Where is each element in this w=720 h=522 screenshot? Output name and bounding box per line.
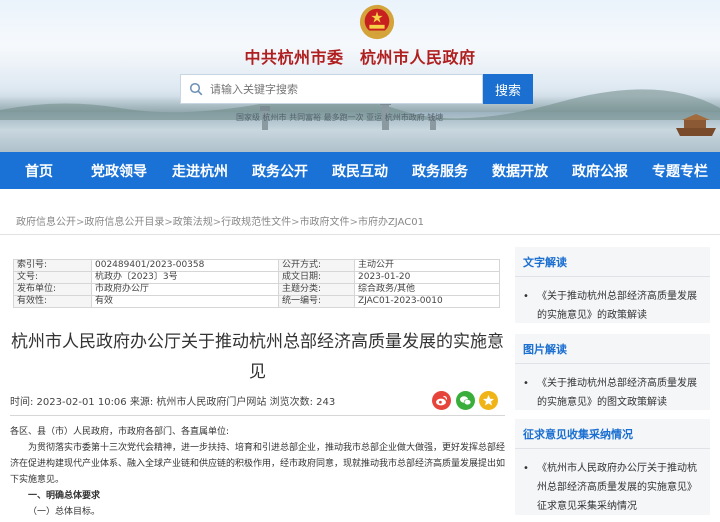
table-row: 发布单位: 市政府办公厅 主题分类: 综合政务/其他 (13, 283, 500, 296)
document-meta: 时间: 2023-02-01 10:06 来源: 杭州市人民政府门户网站 浏览次… (10, 397, 336, 408)
subsection-heading: （一）总体目标。 (28, 507, 101, 517)
nav-item-interaction[interactable]: 政民互动 (320, 161, 400, 181)
breadcrumb: 政府信息公开>政府信息公开目录>政策法规>行政规范性文件>市政府文件>市府办ZJ… (16, 217, 424, 228)
info-key: 成文日期: (278, 271, 355, 284)
bullet-icon: • (523, 378, 529, 389)
sidebar-text-interpretation: 文字解读 • 《关于推动杭州总部经济高质量发展的实施意见》的政策解读 (515, 247, 710, 323)
national-emblem-icon (359, 4, 395, 40)
sidebar-heading: 征求意见收集采纳情况 (515, 419, 710, 449)
table-row: 有效性: 有效 统一编号: ZJAC01-2023-0010 (13, 295, 500, 308)
weibo-icon (436, 395, 448, 406)
divider (10, 415, 505, 416)
info-key: 公开方式: (278, 259, 355, 272)
breadcrumb-item[interactable]: 市政府文件 (300, 217, 350, 228)
breadcrumb-item[interactable]: 政策法规 (173, 217, 213, 228)
breadcrumb-item[interactable]: 政府信息公开 (16, 217, 76, 228)
favorite-star-button[interactable] (479, 391, 498, 410)
sidebar-heading: 文字解读 (515, 247, 710, 277)
salutation: 各区、县（市）人民政府，市政府各部门、各直属单位: (10, 427, 230, 437)
info-value: 有效 (91, 295, 279, 308)
breadcrumb-item[interactable]: 行政规范性文件 (221, 217, 291, 228)
info-key: 统一编号: (278, 295, 355, 308)
info-value: 市政府办公厅 (91, 283, 279, 296)
nav-item-about-hangzhou[interactable]: 走进杭州 (160, 161, 240, 181)
info-value: 杭政办〔2023〕3号 (91, 271, 279, 284)
nav-item-special-topics[interactable]: 专题专栏 (640, 161, 720, 181)
sidebar-link[interactable]: 《杭州市人民政府办公厅关于推动杭州总部经济高质量发展的实施意见》征求意见采集采纳… (537, 459, 702, 516)
nav-item-services[interactable]: 政务服务 (400, 161, 480, 181)
info-value: 综合政务/其他 (354, 283, 500, 296)
info-value: 2023-01-20 (354, 271, 500, 284)
search-icon (189, 82, 203, 96)
info-value: 002489401/2023-00358 (91, 259, 279, 272)
search-box[interactable] (180, 74, 483, 104)
nav-item-home[interactable]: 首页 (0, 161, 78, 181)
search-input[interactable] (210, 82, 470, 96)
search-button[interactable]: 搜索 (483, 74, 533, 104)
body-paragraph: 为贯彻落实市委第十三次党代会精神，进一步扶持、培育和引进总部企业，推动我市总部企… (10, 443, 506, 485)
bullet-icon: • (523, 291, 529, 302)
site-title: 中共杭州市委 杭州市人民政府 (244, 48, 476, 67)
info-key: 文号: (13, 271, 92, 284)
document-title-line: 见 (249, 362, 266, 382)
main-nav: 首页 党政领导 走进杭州 政务公开 政民互动 政务服务 数据开放 政府公报 专题… (0, 152, 720, 189)
document-title: 杭州市人民政府办公厅关于推动杭州总部经济高质量发展的实施意 见 (10, 327, 505, 387)
sidebar-heading: 图片解读 (515, 334, 710, 364)
document-info-table: 索引号: 002489401/2023-00358 公开方式: 主动公开 文号:… (13, 259, 500, 308)
nav-item-gazette[interactable]: 政府公报 (560, 161, 640, 181)
sidebar-link[interactable]: 《关于推动杭州总部经济高质量发展的实施意见》的图文政策解读 (537, 374, 702, 412)
document-title-line: 杭州市人民政府办公厅关于推动杭州总部经济高质量发展的实施意 (11, 332, 504, 352)
header-banner: 中共杭州市委 杭州市人民政府 搜索 国家级 杭州市 共同富裕 最多跑一次 亚运 … (0, 0, 720, 152)
document-body: 各区、县（市）人民政府，市政府各部门、各直属单位: 为贯彻落实市委第十三次党代会… (10, 424, 505, 520)
sidebar-image-interpretation: 图片解读 • 《关于推动杭州总部经济高质量发展的实施意见》的图文政策解读 (515, 334, 710, 410)
breadcrumb-item[interactable]: 政府信息公开目录 (84, 217, 164, 228)
breadcrumb-item[interactable]: 市府办ZJAC01 (358, 217, 424, 228)
star-icon (483, 395, 494, 406)
sidebar-link[interactable]: 《关于推动杭州总部经济高质量发展的实施意见》的政策解读 (537, 287, 702, 325)
info-key: 发布单位: (13, 283, 92, 296)
nav-item-open-data[interactable]: 数据开放 (480, 161, 560, 181)
share-wechat-button[interactable] (456, 391, 475, 410)
sidebar-feedback-adoption: 征求意见收集采纳情况 • 《杭州市人民政府办公厅关于推动杭州总部经济高质量发展的… (515, 419, 710, 515)
share-weibo-button[interactable] (432, 391, 451, 410)
nav-item-gov-affairs[interactable]: 政务公开 (240, 161, 320, 181)
table-row: 文号: 杭政办〔2023〕3号 成文日期: 2023-01-20 (13, 271, 500, 284)
table-row: 索引号: 002489401/2023-00358 公开方式: 主动公开 (13, 259, 500, 272)
info-value: ZJAC01-2023-0010 (354, 295, 500, 308)
nav-item-leaders[interactable]: 党政领导 (78, 161, 160, 181)
info-key: 主题分类: (278, 283, 355, 296)
section-heading: 一、明确总体要求 (28, 491, 101, 501)
hot-search-words[interactable]: 国家级 杭州市 共同富裕 最多跑一次 亚运 杭州市政府 钱塘 (236, 112, 443, 123)
bullet-icon: • (523, 463, 529, 474)
divider (0, 234, 720, 235)
wechat-icon (460, 396, 472, 406)
info-key: 有效性: (13, 295, 92, 308)
info-key: 索引号: (13, 259, 92, 272)
info-value: 主动公开 (354, 259, 500, 272)
